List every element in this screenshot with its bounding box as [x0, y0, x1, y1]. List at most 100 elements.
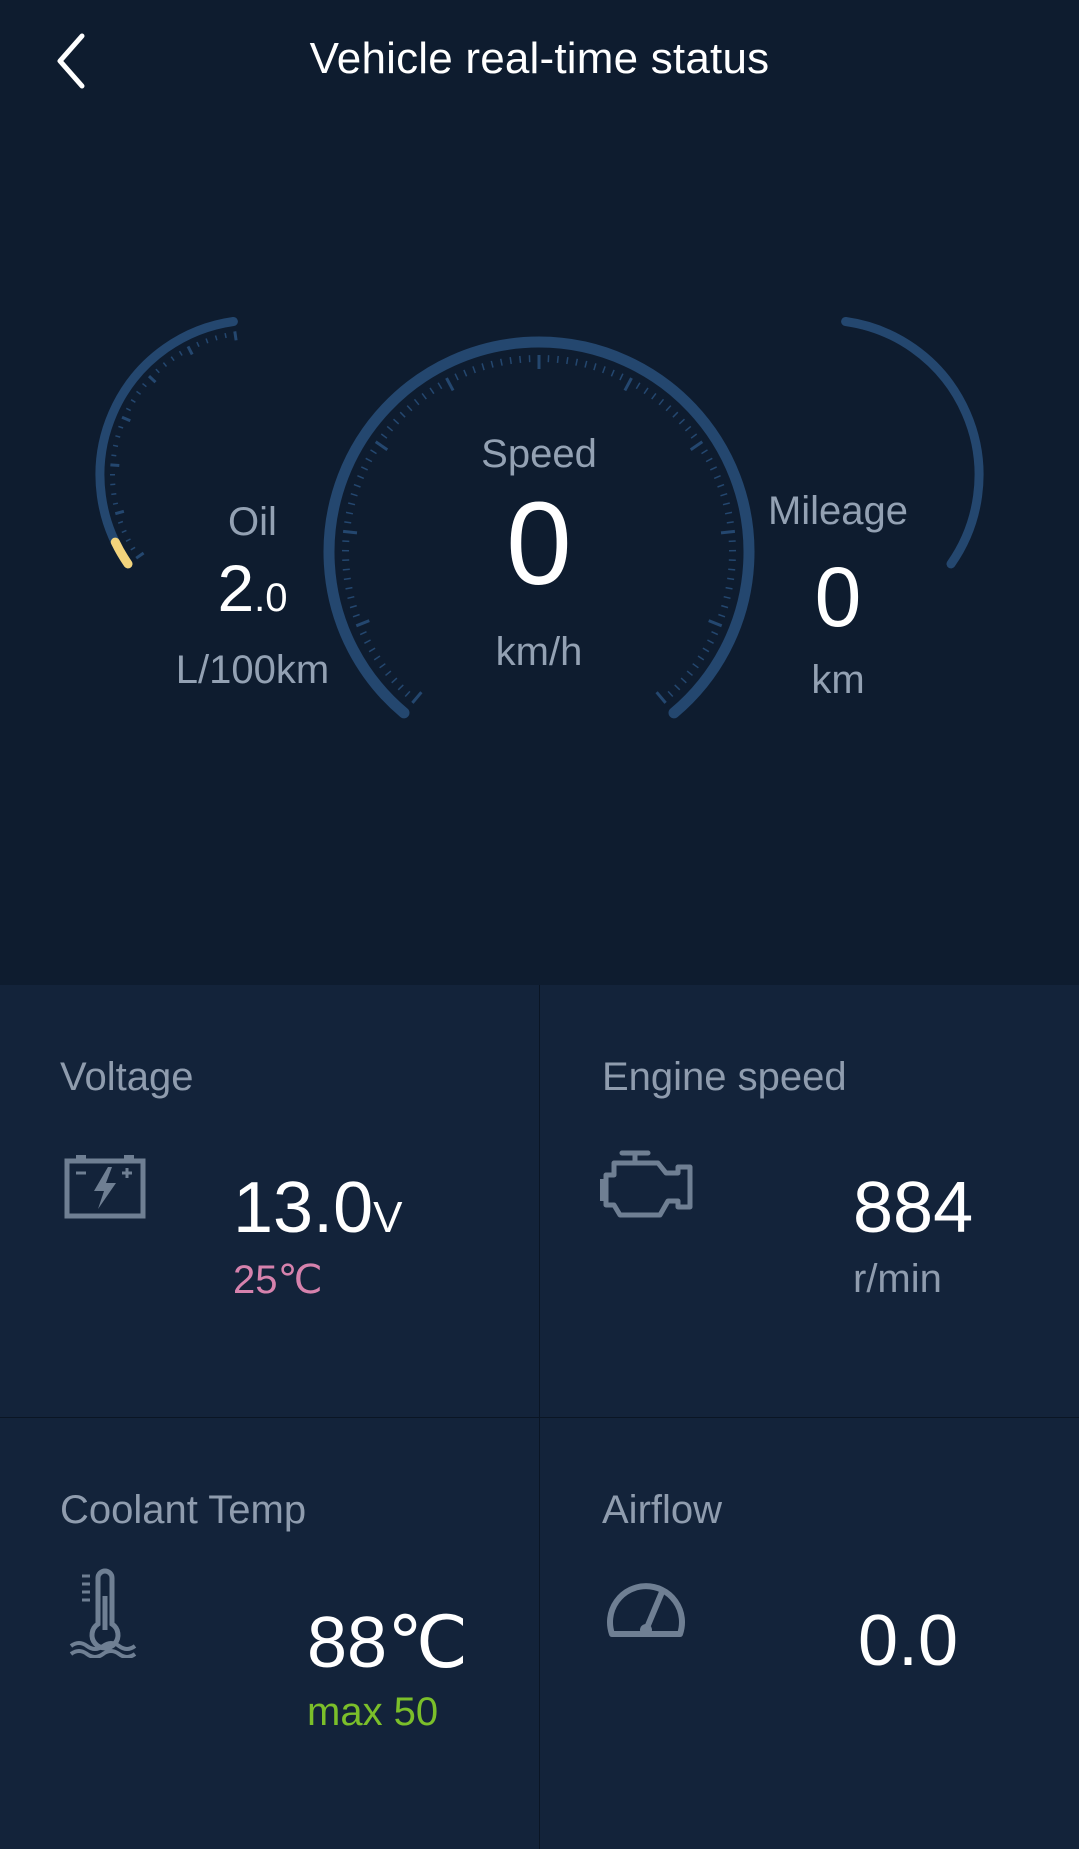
speed-gauge-tick: [686, 670, 693, 676]
speed-gauge-tick: [684, 425, 692, 432]
speed-gauge-tick: [352, 613, 360, 618]
speed-gauge-tick: [379, 663, 386, 669]
oil-gauge-tick: [196, 341, 200, 348]
speed-gauge-tick: [342, 529, 358, 535]
speed-gauge-tick: [348, 502, 356, 506]
coolant-max-label: max 50: [307, 1690, 439, 1734]
speed-gauge-tick: [404, 690, 411, 698]
speed-gauge-tick: [726, 521, 734, 524]
speed-gauge-tick: [723, 595, 731, 600]
speed-gauge-tick: [556, 355, 559, 363]
oil-gauge-tick: [125, 538, 131, 542]
oil-value-integer: 2: [217, 551, 255, 625]
voltage-card[interactable]: Voltage 13.0V 25℃: [0, 985, 539, 1417]
speed-gauge-tick: [413, 398, 420, 406]
oil-gauge-tick: [233, 331, 238, 341]
thermometer-icon: [68, 1568, 142, 1663]
speed-gauge-tick: [509, 356, 512, 365]
speed-gauge-tick: [386, 425, 394, 432]
speed-gauge-tick: [584, 360, 588, 368]
speed-gauge-tick: [380, 433, 388, 439]
speed-gauge-tick: [463, 369, 468, 377]
oil-gauge-tick: [142, 383, 147, 388]
speed-gauge-tick: [593, 363, 597, 371]
gauge-icon: [604, 1574, 688, 1645]
oil-unit: L/100km: [175, 648, 330, 692]
vehicle-status-screen: Vehicle real-time status Oil 2.0 L/100km…: [0, 0, 1079, 1849]
voltage-value: 13.0V: [233, 1167, 403, 1249]
speed-unit: km/h: [495, 630, 583, 674]
engine-speed-title: Engine speed: [602, 1055, 847, 1099]
oil-gauge-tick: [118, 425, 124, 429]
speed-gauge-tick: [392, 418, 400, 425]
airflow-card[interactable]: Airflow 0.0: [540, 1418, 1079, 1849]
speed-gauge-tick: [399, 411, 406, 418]
mileage-unit: km: [811, 658, 865, 702]
engine-speed-card[interactable]: Engine speed 884 r/min: [540, 985, 1079, 1417]
oil-gauge-tick: [111, 493, 117, 496]
speed-gauge-tick: [357, 475, 365, 480]
mileage-value: 0: [814, 550, 862, 644]
speed-gauge-tick: [368, 647, 376, 653]
speed-gauge-tick: [722, 502, 730, 506]
coolant-temp-card[interactable]: Coolant Temp 88℃ max 50: [0, 1418, 539, 1849]
oil-gauge-tick: [110, 463, 120, 467]
speed-gauge-tick: [499, 358, 503, 366]
speed-gauge-tick: [705, 457, 713, 463]
speed-gauge-tick: [359, 631, 367, 636]
speed-gauge-tick: [697, 655, 705, 661]
speed-gauge-tick: [370, 449, 377, 455]
oil-gauge-tick: [130, 546, 136, 551]
page-title: Vehicle real-time status: [309, 34, 770, 83]
oil-level-arc: [110, 537, 133, 569]
speed-gauge-tick: [353, 483, 361, 488]
speed-gauge-tick: [364, 639, 371, 644]
speed-gauge-tick: [701, 449, 708, 455]
speed-gauge-tick: [519, 355, 522, 363]
oil-gauge-tick: [112, 502, 119, 505]
speed-gauge-tick: [610, 369, 615, 377]
oil-gauge-tick: [114, 509, 125, 516]
speed-gauge-tick: [391, 677, 398, 684]
speed-gauge-tick: [365, 457, 373, 463]
speed-gauge-tick: [345, 586, 353, 590]
speed-gauge-tick: [643, 387, 649, 395]
speed-gauge-tick: [707, 639, 714, 644]
speed-gauge-tick: [690, 433, 698, 439]
speed-gauge-tick: [672, 411, 679, 418]
speed-gauge-tick: [711, 631, 719, 636]
speed-gauge-tick: [344, 521, 352, 524]
oil-value: 2.0: [160, 550, 345, 626]
coolant-temp-title: Coolant Temp: [60, 1488, 307, 1532]
oil-gauge-tick: [121, 529, 127, 534]
speed-gauge-tick: [445, 377, 455, 392]
speed-gauge-tick: [674, 684, 681, 691]
oil-value-decimal: .0: [254, 576, 288, 620]
mileage-label: Mileage: [767, 489, 909, 533]
battery-icon: [64, 1153, 146, 1224]
speed-gauge-tick: [689, 440, 704, 451]
oil-gauge-tick: [147, 375, 157, 384]
speed-gauge-tick: [454, 373, 459, 381]
speed-gauge-tick: [623, 377, 633, 392]
airflow-title: Airflow: [602, 1488, 723, 1532]
speed-gauge-tick: [635, 382, 641, 390]
speed-gauge-tick: [702, 647, 710, 653]
speed-gauge-tick: [374, 440, 389, 451]
speed-gauge-tick: [437, 382, 443, 390]
speed-label: Speed: [481, 432, 597, 476]
speed-gauge-tick: [655, 691, 667, 704]
speed-gauge-tick: [345, 511, 354, 515]
speed-gauge-tick: [385, 670, 392, 676]
engine-icon: [598, 1149, 694, 1228]
oil-gauge-tick: [224, 332, 227, 339]
header: Vehicle real-time status: [0, 0, 1079, 125]
battery-temperature: 25℃: [233, 1258, 323, 1302]
oil-gauge-tick: [186, 345, 194, 356]
speed-gauge-tick: [678, 418, 686, 425]
oil-gauge-tick: [205, 338, 209, 344]
speed-gauge-tick: [727, 577, 735, 581]
voltage-title: Voltage: [60, 1055, 194, 1099]
speed-gauge-tick: [718, 613, 726, 618]
speed-gauge-tick: [360, 466, 369, 471]
